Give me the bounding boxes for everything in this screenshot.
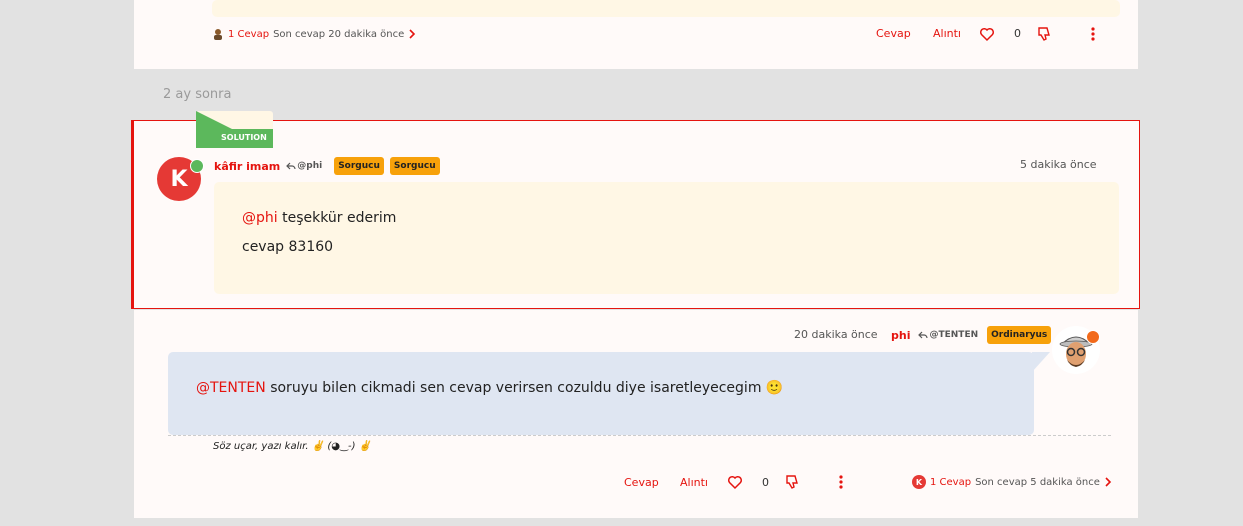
- thumbs-down-icon[interactable]: [784, 474, 800, 490]
- message-text: soruyu bilen cikmadi sen cevap verirsen …: [265, 380, 784, 396]
- replies-count: 1 Cevap: [930, 476, 972, 488]
- message-text-line: @TENTEN soruyu bilen cikmadi sen cevap v…: [196, 380, 783, 396]
- signature: Söz uçar, yazı kalır. ✌️ (◕‿-) ✌️: [213, 441, 372, 452]
- avatar-icon: K: [912, 475, 926, 489]
- post-header: kâfir imam @phi Sorgucu Sorgucu: [214, 156, 440, 176]
- vote-count: 0: [762, 476, 769, 489]
- solution-tag: SOLUTION: [196, 111, 273, 148]
- reply-arrow-icon: [286, 161, 296, 171]
- heart-icon[interactable]: [979, 26, 995, 42]
- post-line-1: @phi teşekkür ederim: [242, 210, 396, 226]
- replies-link[interactable]: K 1 Cevap Son cevap 5 dakika önce: [912, 474, 1112, 490]
- reply-to[interactable]: @phi: [297, 161, 322, 171]
- bubble-tail-icon: [1032, 352, 1050, 372]
- reply-button[interactable]: Cevap: [876, 27, 911, 40]
- previous-post-quote: [212, 0, 1120, 17]
- reply-post-card: 20 dakika önce phi @TENTEN Ordinaryus @T…: [134, 310, 1138, 518]
- avatar-icon: [212, 28, 224, 40]
- reply-to[interactable]: @TENTEN: [929, 330, 978, 340]
- heart-icon[interactable]: [727, 474, 743, 490]
- away-status-dot: [1086, 330, 1100, 344]
- author-name[interactable]: kâfir imam: [214, 160, 280, 173]
- solution-post-card: SOLUTION K kâfir imam @phi Sorgucu Sorgu…: [131, 111, 1140, 309]
- message-bubble: @TENTEN soruyu bilen cikmadi sen cevap v…: [168, 352, 1034, 435]
- more-options-icon[interactable]: [1089, 26, 1097, 42]
- time-gap-label: 2 ay sonra: [163, 87, 232, 102]
- author-name[interactable]: phi: [891, 329, 910, 342]
- post-content: @phi teşekkür ederim cevap 83160: [214, 182, 1119, 294]
- online-status-dot: [190, 159, 204, 173]
- post-time: 5 dakika önce: [1020, 158, 1097, 171]
- mention-link[interactable]: @TENTEN: [196, 380, 266, 396]
- vote-count: 0: [1014, 27, 1021, 40]
- post-line-2: cevap 83160: [242, 239, 334, 255]
- replies-count: 1 Cevap: [228, 28, 270, 40]
- mention-link[interactable]: @phi: [242, 210, 278, 226]
- rank-badge: Sorgucu: [389, 157, 440, 175]
- chevron-right-icon: [408, 29, 416, 39]
- rank-badge: Ordinaryus: [987, 326, 1052, 344]
- solution-label: SOLUTION: [221, 133, 267, 142]
- post-time: 20 dakika önce: [794, 328, 878, 341]
- signature-divider: [168, 435, 1111, 436]
- last-reply-text: Son cevap 5 dakika önce: [975, 476, 1100, 488]
- previous-post-card: 1 Cevap Son cevap 20 dakika önce Cevap A…: [134, 0, 1138, 69]
- more-options-icon[interactable]: [837, 474, 845, 490]
- reply-arrow-icon: [918, 330, 929, 340]
- chevron-right-icon: [1104, 477, 1112, 487]
- last-reply-text: Son cevap 20 dakika önce: [273, 28, 405, 40]
- post-header: phi @TENTEN Ordinaryus: [891, 325, 1052, 345]
- quote-button[interactable]: Alıntı: [933, 27, 961, 40]
- post-text: teşekkür ederim: [277, 210, 397, 226]
- quote-button[interactable]: Alıntı: [680, 476, 708, 489]
- thumbs-down-icon[interactable]: [1036, 26, 1052, 42]
- reply-button[interactable]: Cevap: [624, 476, 659, 489]
- avatar-letter: K: [170, 166, 188, 192]
- rank-badge: Sorgucu: [334, 157, 384, 175]
- replies-link[interactable]: 1 Cevap Son cevap 20 dakika önce: [212, 27, 416, 41]
